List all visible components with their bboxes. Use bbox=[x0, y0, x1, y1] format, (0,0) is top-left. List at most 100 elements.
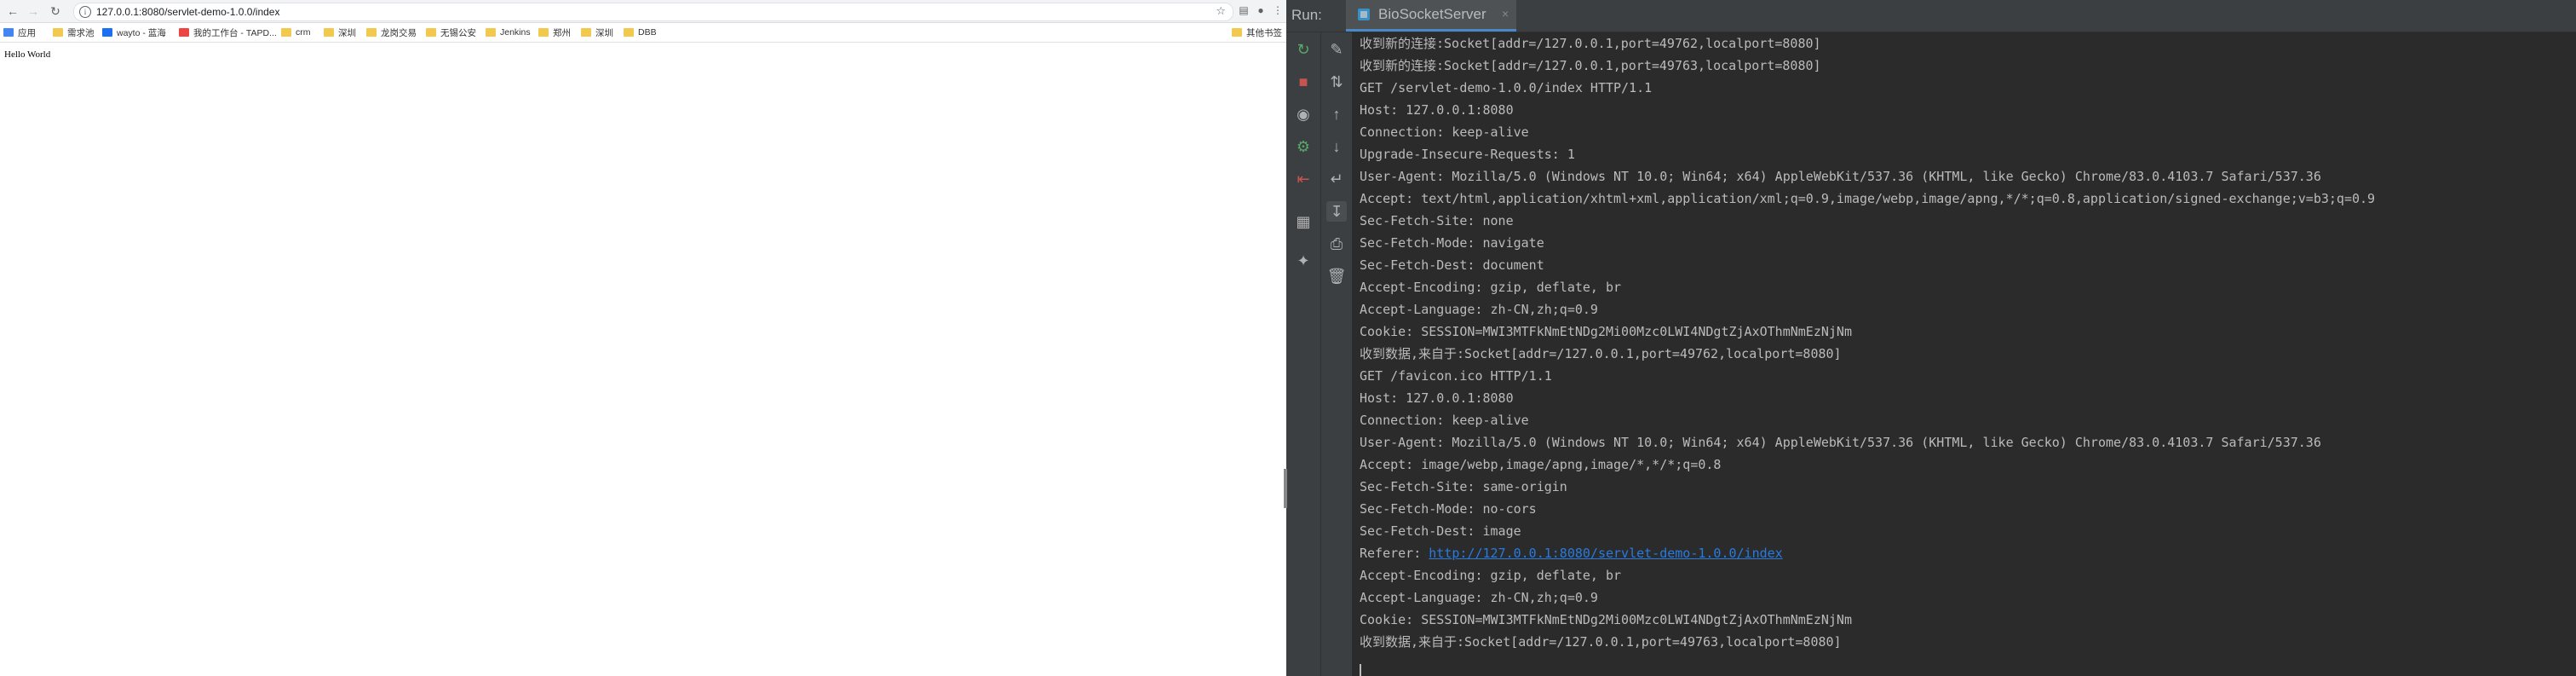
bookmark-apps[interactable]: 应用 bbox=[3, 26, 36, 39]
run-tab[interactable]: BioSocketServer × bbox=[1346, 0, 1516, 32]
run-label: Run: bbox=[1291, 7, 1322, 23]
bookmark-label: Jenkins bbox=[500, 27, 531, 38]
console-line: Accept: image/webp,image/apng,image/*,*/… bbox=[1360, 457, 1722, 472]
bookmark-label: 深圳 bbox=[595, 27, 613, 38]
bookmark-item[interactable]: 我的工作台 - TAPD... bbox=[179, 26, 277, 39]
referer-label: Referer: bbox=[1360, 546, 1429, 561]
console-line: Cookie: SESSION=MWI3MTFkNmEtNDg2Mi00Mzc0… bbox=[1360, 324, 1852, 339]
bookmark-label: 深圳 bbox=[338, 27, 356, 38]
rerun-icon[interactable]: ↻ bbox=[1293, 39, 1314, 60]
referer-link[interactable]: http://127.0.0.1:8080/servlet-demo-1.0.0… bbox=[1429, 546, 1782, 561]
folder-icon bbox=[366, 28, 377, 37]
print-icon[interactable]: ⎙ bbox=[1326, 234, 1347, 254]
site-icon bbox=[102, 28, 112, 37]
scroll-to-end-icon[interactable]: ↧ bbox=[1326, 201, 1347, 222]
console-line: Host: 127.0.0.1:8080 bbox=[1360, 102, 1514, 118]
folder-icon bbox=[53, 28, 63, 37]
console-line: Accept-Encoding: gzip, deflate, br bbox=[1360, 568, 1622, 583]
bookmark-item[interactable]: 深圳 bbox=[324, 26, 356, 39]
soft-wrap-icon[interactable]: ↵ bbox=[1326, 169, 1347, 189]
bookmark-label: 我的工作台 - TAPD... bbox=[193, 27, 277, 38]
bookmark-item[interactable]: wayto - 蓝海 bbox=[102, 26, 166, 39]
console-line: Sec-Fetch-Site: none bbox=[1360, 213, 1514, 228]
console-line: Sec-Fetch-Site: same-origin bbox=[1360, 479, 1567, 494]
bookmark-item[interactable]: Jenkins bbox=[486, 26, 531, 39]
menu-icon[interactable]: ⋮ bbox=[1271, 3, 1285, 17]
bookmark-label: 无锡公安 bbox=[440, 27, 476, 38]
info-icon[interactable]: i bbox=[79, 6, 91, 18]
folder-icon bbox=[426, 28, 436, 37]
arrow-down-icon[interactable]: ↓ bbox=[1326, 136, 1347, 157]
run-actions-gutter: ↻ ■ ◉ ⚙ ⇤ ▦ ✦ bbox=[1286, 32, 1321, 676]
dump-threads-icon[interactable]: ⚙ bbox=[1293, 136, 1314, 157]
console-line: GET /favicon.ico HTTP/1.1 bbox=[1360, 368, 1552, 384]
clear-icon[interactable]: ✎ bbox=[1326, 39, 1347, 60]
console-output[interactable]: 收到新的连接:Socket[addr=/127.0.0.1,port=49762… bbox=[1353, 32, 2576, 676]
arrow-up-icon[interactable]: ↑ bbox=[1326, 104, 1347, 124]
folder-icon bbox=[538, 28, 549, 37]
extension-icon[interactable]: ▤ bbox=[1237, 3, 1251, 17]
exit-icon[interactable]: ⇤ bbox=[1293, 169, 1314, 189]
browser-window: ← → ↻ i 127.0.0.1:8080/servlet-demo-1.0.… bbox=[0, 0, 1286, 676]
bookmark-item[interactable]: crm bbox=[281, 26, 311, 39]
bookmark-item[interactable]: 深圳 bbox=[581, 26, 613, 39]
console-line: Connection: keep-alive bbox=[1360, 124, 1529, 140]
tab-title: BioSocketServer bbox=[1378, 6, 1486, 22]
close-icon[interactable]: × bbox=[1502, 7, 1509, 20]
referer-line: Referer: http://127.0.0.1:8080/servlet-d… bbox=[1360, 542, 1783, 564]
console-line: Upgrade-Insecure-Requests: 1 bbox=[1360, 147, 1575, 162]
bookmark-label: 郑州 bbox=[553, 27, 571, 38]
camera-icon[interactable]: ◉ bbox=[1293, 104, 1314, 124]
panel-splitter[interactable] bbox=[1284, 469, 1287, 508]
console-line: 收到数据,来自于:Socket[addr=/127.0.0.1,port=497… bbox=[1360, 346, 1842, 361]
bookmark-item[interactable]: 需求池 bbox=[53, 26, 95, 39]
bookmark-item[interactable]: DBB bbox=[624, 26, 657, 39]
bookmark-item[interactable]: 郑州 bbox=[538, 26, 571, 39]
arrow-right-icon[interactable]: → bbox=[26, 3, 41, 19]
bookmark-label: 龙岗交易 bbox=[381, 27, 417, 38]
trash-icon[interactable]: 🗑 bbox=[1326, 266, 1347, 286]
bookmark-label: 其他书签 bbox=[1246, 27, 1282, 38]
console-line: Accept-Encoding: gzip, deflate, br bbox=[1360, 280, 1622, 295]
console-line: Accept-Language: zh-CN,zh;q=0.9 bbox=[1360, 302, 1598, 317]
console-line: User-Agent: Mozilla/5.0 (Windows NT 10.0… bbox=[1360, 169, 2321, 184]
folder-icon bbox=[581, 28, 591, 37]
folder-icon bbox=[281, 28, 291, 37]
folder-icon bbox=[624, 28, 634, 37]
console-line: Sec-Fetch-Dest: document bbox=[1360, 257, 1544, 273]
sort-icon[interactable]: ⇅ bbox=[1326, 72, 1347, 92]
bookmark-item[interactable]: 龙岗交易 bbox=[366, 26, 417, 39]
address-bar[interactable]: i 127.0.0.1:8080/servlet-demo-1.0.0/inde… bbox=[73, 3, 1233, 21]
reload-icon[interactable]: ↻ bbox=[48, 3, 63, 19]
page-text: Hello World bbox=[4, 49, 51, 60]
text-caret bbox=[1360, 664, 1361, 676]
console-line: Sec-Fetch-Dest: image bbox=[1360, 523, 1521, 539]
ide-run-panel: Run: BioSocketServer × ↻ ■ ◉ ⚙ ⇤ ▦ ✦ ✎ ⇅… bbox=[1286, 0, 2576, 676]
url-text[interactable]: 127.0.0.1:8080/servlet-demo-1.0.0/index bbox=[96, 3, 279, 20]
console-line: Connection: keep-alive bbox=[1360, 413, 1529, 428]
arrow-left-icon[interactable]: ← bbox=[5, 3, 20, 19]
console-line: 收到新的连接:Socket[addr=/127.0.0.1,port=49763… bbox=[1360, 58, 1821, 73]
page-content: Hello World bbox=[0, 43, 1286, 676]
layout-icon[interactable]: ▦ bbox=[1293, 211, 1314, 232]
other-bookmarks[interactable]: 其他书签 bbox=[1232, 26, 1282, 39]
console-actions-gutter: ✎ ⇅ ↑ ↓ ↵ ↧ ⎙ 🗑 bbox=[1321, 32, 1353, 676]
console-line: Accept-Language: zh-CN,zh;q=0.9 bbox=[1360, 590, 1598, 605]
bookmark-label: crm bbox=[296, 27, 311, 38]
console-line: 收到数据,来自于:Socket[addr=/127.0.0.1,port=497… bbox=[1360, 634, 1842, 650]
console-line: 收到新的连接:Socket[addr=/127.0.0.1,port=49762… bbox=[1360, 36, 1821, 51]
pin-icon[interactable]: ✦ bbox=[1293, 251, 1314, 271]
profile-icon[interactable]: ● bbox=[1254, 3, 1268, 17]
star-icon[interactable]: ☆ bbox=[1216, 4, 1226, 18]
folder-icon bbox=[486, 28, 496, 37]
console-line: User-Agent: Mozilla/5.0 (Windows NT 10.0… bbox=[1360, 435, 2321, 450]
folder-icon bbox=[324, 28, 334, 37]
apps-icon bbox=[3, 28, 14, 37]
bookmark-item[interactable]: 无锡公安 bbox=[426, 26, 476, 39]
console-line: Sec-Fetch-Mode: navigate bbox=[1360, 235, 1544, 251]
stop-icon[interactable]: ■ bbox=[1293, 72, 1314, 92]
console-line: Sec-Fetch-Mode: no-cors bbox=[1360, 501, 1537, 517]
run-toolbar: Run: BioSocketServer × bbox=[1286, 0, 2576, 32]
site-icon bbox=[179, 28, 189, 37]
console-line: GET /servlet-demo-1.0.0/index HTTP/1.1 bbox=[1360, 80, 1653, 95]
